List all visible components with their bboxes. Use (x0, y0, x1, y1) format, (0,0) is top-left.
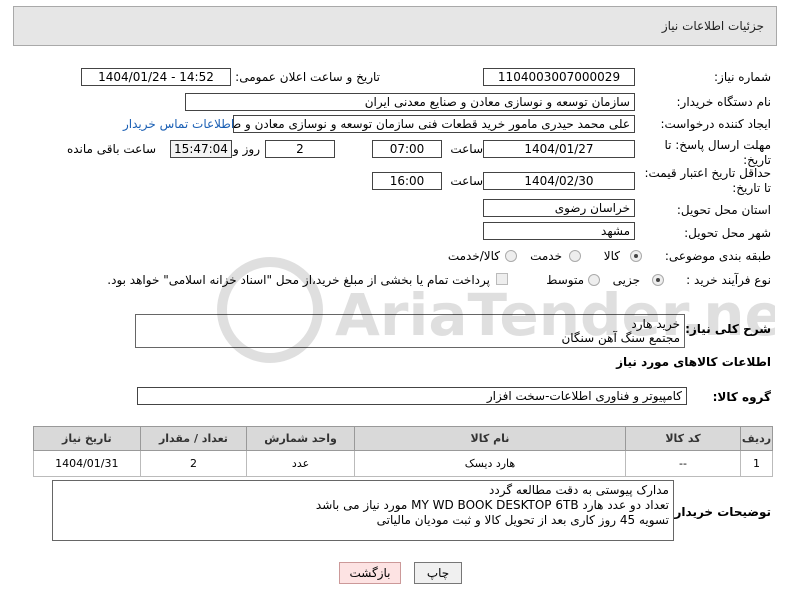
deadline-time-field[interactable]: 07:00 (372, 140, 442, 158)
description-label: شرح کلی نیاز: (685, 322, 771, 336)
col-header-unit: واحد شمارش (246, 426, 355, 451)
validity-time-field[interactable]: 16:00 (372, 172, 442, 190)
announce-field[interactable]: 1404/01/24 - 14:52 (81, 68, 231, 86)
creator-field[interactable]: علی محمد حیدری مامور خرید قطعات فنی سازم… (233, 115, 635, 133)
days-label: روز و (233, 142, 260, 156)
remaining-label: ساعت باقی مانده (66, 142, 156, 156)
province-label: استان محل تحویل: (676, 203, 771, 217)
header-panel: جزئیات اطلاعات نیاز (13, 6, 777, 46)
province-field[interactable]: خراسان رضوی (483, 199, 635, 217)
process-radio-minor[interactable] (652, 274, 664, 286)
creator-label: ایجاد کننده درخواست: (660, 117, 771, 131)
col-header-quantity: تعداد / مقدار (139, 426, 248, 451)
contact-buyer-link[interactable]: اطلاعات تماس خریدار (123, 117, 234, 131)
buyer-notes-textarea[interactable]: مدارک پیوستی به دقت مطالعه گردد تعداد دو… (52, 480, 674, 541)
deadline-date-field[interactable]: 1404/01/27 (483, 140, 635, 158)
goods-info-title: اطلاعات کالاهای مورد نیاز (616, 355, 771, 369)
deadline-label: مهلت ارسال پاسخ: تا تاریخ: (664, 138, 771, 167)
treasury-checkbox[interactable] (496, 273, 508, 285)
cell-date: 1404/01/31 (33, 450, 141, 477)
cell-quantity: 2 (139, 450, 248, 477)
cell-unit: عدد (246, 450, 355, 477)
deadline-time-label: ساعت (450, 142, 483, 156)
cell-name: هارد دیسک (353, 450, 627, 477)
city-label: شهر محل تحویل: (684, 226, 771, 240)
buyer-org-label: نام دستگاه خریدار: (676, 95, 772, 109)
buyer-org-field[interactable]: سازمان توسعه و نوسازی معادن و صنایع معدن… (185, 93, 635, 111)
category-label: طبقه بندی موضوعی: (664, 249, 771, 263)
goods-group-label: گروه کالا: (712, 390, 771, 404)
cell-code: -- (625, 450, 741, 477)
city-field[interactable]: مشهد (483, 222, 635, 240)
process-option-medium: متوسط (546, 273, 584, 287)
buyer-notes-label: توضیحات خریدار: (669, 505, 771, 519)
panel-title: جزئیات اطلاعات نیاز (661, 19, 764, 33)
process-label: نوع فرآیند خرید : (686, 273, 771, 287)
payment-note: پرداخت تمام یا بخشی از مبلغ خرید،از محل … (107, 273, 490, 287)
description-textarea[interactable]: خرید هارد مجتمع سنگ آهن سنگان (135, 314, 685, 348)
goods-group-field[interactable]: کامپیوتر و فناوری اطلاعات-سخت افزار (137, 387, 687, 405)
need-number-field[interactable]: 1104003007000029 (483, 68, 635, 86)
category-option-goods-service: کالا/خدمت (447, 249, 500, 263)
category-radio-goods[interactable] (630, 250, 642, 262)
col-header-code: کد کالا (625, 426, 741, 451)
need-number-label: شماره نیاز: (714, 70, 771, 84)
validity-label: حداقل تاریخ اعتبار قیمت: تا تاریخ: (644, 166, 771, 195)
col-header-row-number: ردیف (739, 426, 774, 451)
announce-label: تاریخ و ساعت اعلان عمومی: (235, 70, 380, 84)
process-option-minor: جزیی (612, 273, 640, 287)
cell-row-number: 1 (739, 450, 774, 477)
category-radio-goods-service[interactable] (505, 250, 517, 262)
table-row[interactable]: 1 -- هارد دیسک عدد 2 1404/01/31 (33, 450, 774, 477)
back-button[interactable]: بازگشت (339, 562, 401, 584)
col-header-name: نام کالا (353, 426, 627, 451)
table-header-row: ردیف کد کالا نام کالا واحد شمارش تعداد /… (33, 426, 774, 451)
process-radio-medium[interactable] (588, 274, 600, 286)
validity-time-label: ساعت (450, 174, 483, 188)
category-option-goods: کالا (603, 249, 620, 263)
goods-table: ردیف کد کالا نام کالا واحد شمارش تعداد /… (33, 426, 774, 477)
validity-date-field[interactable]: 1404/02/30 (483, 172, 635, 190)
category-option-service: خدمت (530, 249, 562, 263)
category-radio-service[interactable] (569, 250, 581, 262)
remaining-time-field: 15:47:04 (170, 140, 232, 158)
days-field[interactable]: 2 (265, 140, 335, 158)
print-button[interactable]: چاپ (414, 562, 462, 584)
col-header-date: تاریخ نیاز (33, 426, 141, 451)
